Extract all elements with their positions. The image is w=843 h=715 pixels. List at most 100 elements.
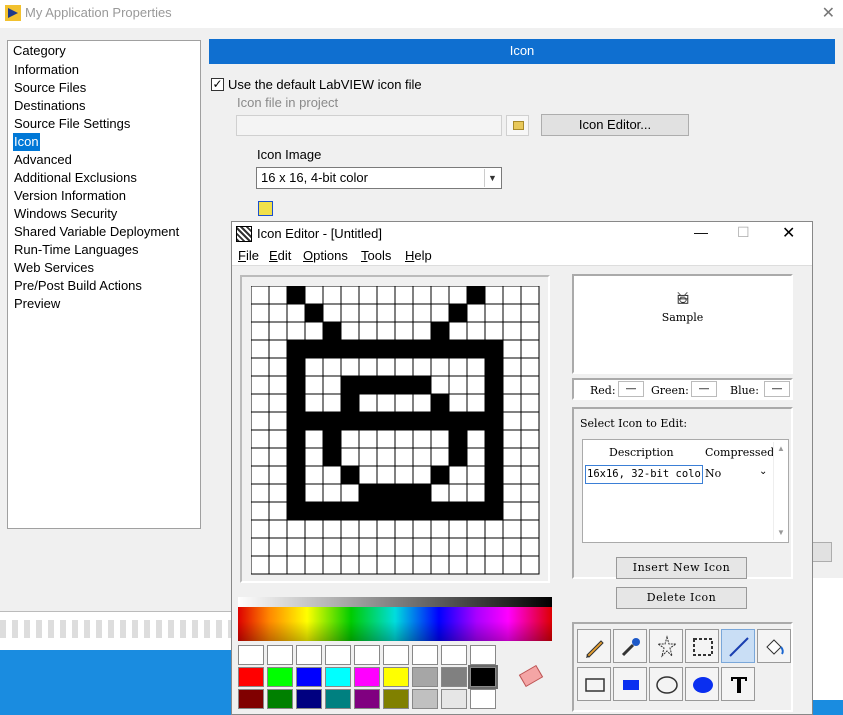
pixel[interactable] (502, 537, 522, 557)
filled-ellipse-tool[interactable] (685, 667, 719, 701)
pixel[interactable] (286, 465, 306, 485)
category-item[interactable]: Pre/Post Build Actions (13, 277, 180, 295)
pixel[interactable] (430, 501, 450, 521)
pixel[interactable] (322, 555, 342, 575)
pixel[interactable] (376, 321, 396, 341)
color-swatch[interactable] (238, 689, 264, 709)
color-swatch[interactable] (441, 667, 467, 687)
pixel[interactable] (304, 429, 324, 449)
pixel[interactable] (322, 321, 342, 341)
pixel[interactable] (322, 447, 342, 467)
pixel[interactable] (304, 555, 324, 575)
pixel[interactable] (322, 429, 342, 449)
pixel[interactable] (502, 339, 522, 359)
pixel[interactable] (484, 429, 504, 449)
pixel[interactable] (394, 555, 414, 575)
pixel[interactable] (322, 375, 342, 395)
pixel[interactable] (520, 519, 540, 539)
pixel[interactable] (448, 375, 468, 395)
color-swatch[interactable] (412, 645, 438, 665)
pixel[interactable] (502, 447, 522, 467)
color-picker-tool[interactable] (613, 629, 647, 663)
icon-image-select[interactable]: 16 x 16, 4-bit color ▼ (256, 167, 502, 189)
line-tool[interactable] (721, 629, 755, 663)
pixel[interactable] (520, 393, 540, 413)
pixel[interactable] (448, 555, 468, 575)
table-scrollbar[interactable]: ▲ ▼ (773, 442, 787, 540)
pixel[interactable] (340, 286, 360, 305)
pixel[interactable] (502, 555, 522, 575)
pixel[interactable] (286, 501, 306, 521)
color-swatch[interactable] (468, 665, 498, 689)
pixel[interactable] (268, 393, 288, 413)
pixel[interactable] (340, 321, 360, 341)
category-item[interactable]: Source File Settings (13, 115, 180, 133)
pixel[interactable] (340, 555, 360, 575)
pixel[interactable] (340, 357, 360, 377)
pixel[interactable] (304, 411, 324, 431)
pixel[interactable] (394, 465, 414, 485)
pixel[interactable] (376, 286, 396, 305)
pixel[interactable] (340, 411, 360, 431)
pixel[interactable] (376, 303, 396, 323)
pixel-canvas[interactable] (251, 286, 540, 575)
pixel[interactable] (484, 537, 504, 557)
pixel[interactable] (484, 483, 504, 503)
pixel[interactable] (448, 465, 468, 485)
color-swatch[interactable] (267, 645, 293, 665)
pixel[interactable] (394, 411, 414, 431)
color-swatch[interactable] (296, 689, 322, 709)
pixel[interactable] (484, 375, 504, 395)
color-swatch[interactable] (354, 689, 380, 709)
menu-file[interactable]: File (238, 248, 259, 263)
pixel[interactable] (358, 411, 378, 431)
color-swatch[interactable] (354, 645, 380, 665)
pixel[interactable] (466, 537, 486, 557)
pixel[interactable] (502, 429, 522, 449)
pixel[interactable] (466, 501, 486, 521)
minimize-icon[interactable]: — (694, 224, 708, 240)
pixel[interactable] (340, 393, 360, 413)
pixel[interactable] (412, 286, 432, 305)
color-swatch[interactable] (296, 667, 322, 687)
pixel[interactable] (520, 321, 540, 341)
icon-file-input[interactable] (236, 115, 502, 136)
fill-tool[interactable] (757, 629, 791, 663)
pixel[interactable] (268, 555, 288, 575)
pixel[interactable] (394, 429, 414, 449)
pixel[interactable] (304, 537, 324, 557)
pixel[interactable] (268, 519, 288, 539)
pixel[interactable] (340, 483, 360, 503)
pixel[interactable] (358, 483, 378, 503)
category-item[interactable]: Preview (13, 295, 180, 313)
pixel[interactable] (520, 501, 540, 521)
pixel[interactable] (304, 321, 324, 341)
pixel[interactable] (358, 339, 378, 359)
pixel[interactable] (520, 303, 540, 323)
color-swatch[interactable] (296, 645, 322, 665)
pixel[interactable] (268, 411, 288, 431)
pixel[interactable] (520, 429, 540, 449)
pixel[interactable] (448, 357, 468, 377)
pixel[interactable] (268, 286, 288, 305)
pixel[interactable] (484, 303, 504, 323)
pixel[interactable] (394, 519, 414, 539)
pixel[interactable] (304, 375, 324, 395)
pixel[interactable] (430, 357, 450, 377)
pixel[interactable] (466, 447, 486, 467)
category-item[interactable]: Version Information (13, 187, 180, 205)
pixel[interactable] (304, 465, 324, 485)
pixel[interactable] (304, 339, 324, 359)
pixel[interactable] (520, 447, 540, 467)
pixel[interactable] (304, 501, 324, 521)
pixel[interactable] (322, 465, 342, 485)
pixel[interactable] (430, 519, 450, 539)
pixel[interactable] (376, 537, 396, 557)
pixel[interactable] (412, 447, 432, 467)
pixel[interactable] (502, 411, 522, 431)
pixel[interactable] (520, 537, 540, 557)
color-swatch[interactable] (354, 667, 380, 687)
pixel[interactable] (268, 501, 288, 521)
close-window-button[interactable]: ✕ (822, 3, 835, 23)
pixel[interactable] (430, 375, 450, 395)
